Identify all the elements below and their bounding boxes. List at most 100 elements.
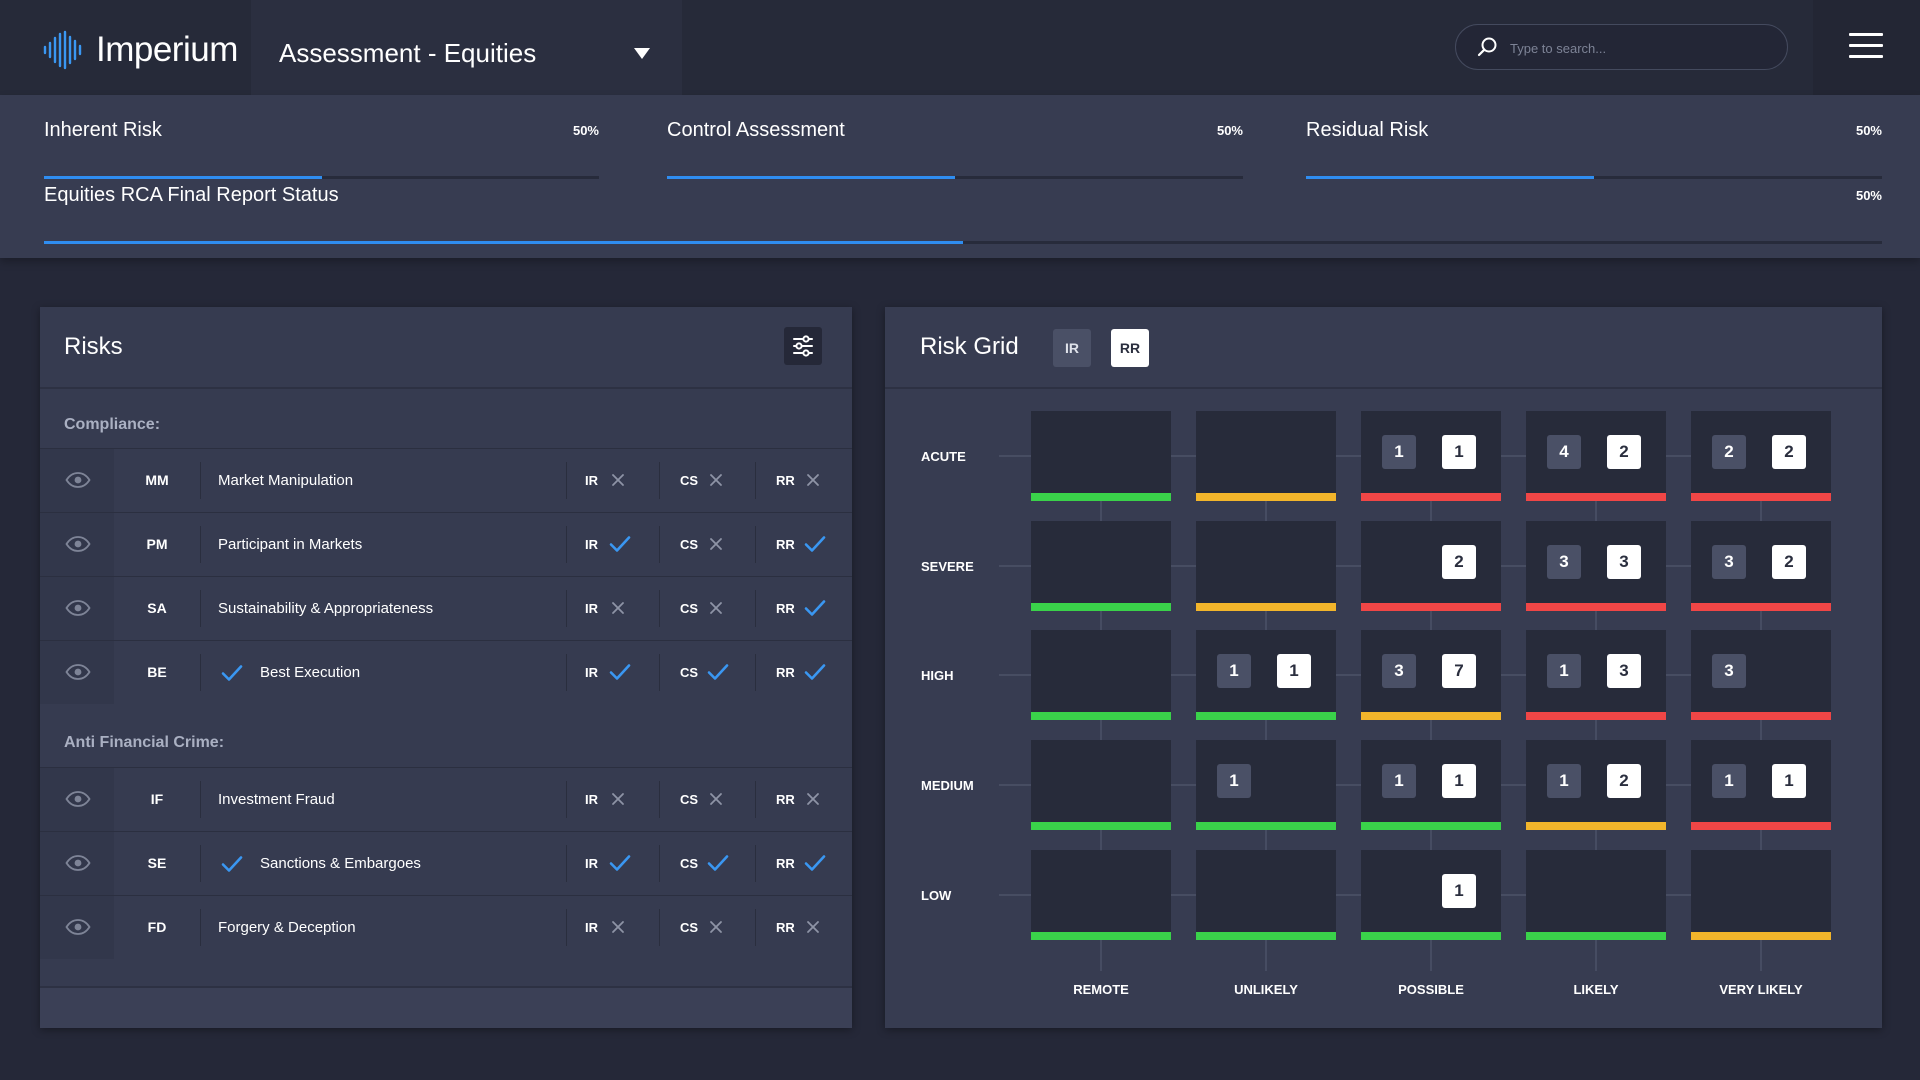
risk-row-forgery-and-deception[interactable]: FD Forgery & Deception IR CS RR (40, 895, 852, 959)
app-logo[interactable]: Imperium (42, 30, 238, 70)
grid-cell-acute-possible[interactable]: 11 (1361, 411, 1501, 501)
risk-row-sanctions-and-embargoes[interactable]: SE Sanctions & Embargoes IR CS RR (40, 831, 852, 895)
eye-icon[interactable] (65, 791, 91, 812)
eye-icon[interactable] (65, 472, 91, 493)
rr-check-icon[interactable] (804, 599, 826, 622)
rr-cross-icon[interactable] (804, 790, 822, 813)
rr-count-badge: 2 (1607, 764, 1641, 798)
rr-tag: RR (776, 920, 795, 935)
ir-check-icon[interactable] (609, 535, 631, 558)
grid-cell-medium-likely[interactable]: 12 (1526, 740, 1666, 830)
ir-tag: IR (585, 537, 598, 552)
grid-cell-low-likely[interactable] (1526, 850, 1666, 940)
grid-cell-acute-unlikely[interactable] (1196, 411, 1336, 501)
ir-cross-icon[interactable] (609, 790, 627, 813)
grid-cell-high-very-likely[interactable]: 3 (1691, 630, 1831, 720)
ir-cross-icon[interactable] (609, 918, 627, 941)
grid-cell-severe-unlikely[interactable] (1196, 521, 1336, 611)
visibility-cell (40, 641, 114, 704)
column-divider (755, 781, 756, 818)
likelihood-label-likely: LIKELY (1573, 982, 1619, 997)
eye-icon[interactable] (65, 664, 91, 685)
assessment-dropdown[interactable]: Assessment - Equities (251, 0, 682, 95)
risk-level-bar-amber (1526, 822, 1666, 830)
rr-count-badge: 2 (1772, 435, 1806, 469)
risk-selected-check-icon[interactable] (221, 855, 243, 878)
rr-count-badge: 3 (1607, 545, 1641, 579)
grid-cell-medium-very-likely[interactable]: 11 (1691, 740, 1831, 830)
cs-cross-icon[interactable] (707, 918, 725, 941)
grid-cell-medium-remote[interactable] (1031, 740, 1171, 830)
rr-check-icon[interactable] (804, 854, 826, 877)
risk-row-market-manipulation[interactable]: MM Market Manipulation IR CS RR (40, 448, 852, 512)
grid-cell-acute-remote[interactable] (1031, 411, 1171, 501)
grid-cell-medium-unlikely[interactable]: 1 (1196, 740, 1336, 830)
risk-code: IF (150, 791, 164, 807)
column-divider (566, 781, 567, 818)
cs-cross-icon[interactable] (707, 790, 725, 813)
risk-level-bar-green (1196, 932, 1336, 940)
risk-level-bar-green (1526, 932, 1666, 940)
grid-cell-low-very-likely[interactable] (1691, 850, 1831, 940)
cs-tag: CS (680, 601, 699, 616)
risk-code: SE (147, 855, 167, 871)
risk-row-participant-in-markets[interactable]: PM Participant in Markets IR CS RR (40, 512, 852, 576)
grid-cell-low-unlikely[interactable] (1196, 850, 1336, 940)
rr-count-badge: 1 (1442, 435, 1476, 469)
risk-row-investment-fraud[interactable]: IF Investment Fraud IR CS RR (40, 767, 852, 831)
rr-count-badge: 2 (1607, 435, 1641, 469)
cs-tag: CS (680, 792, 699, 807)
rr-cross-icon[interactable] (804, 918, 822, 941)
grid-cell-high-remote[interactable] (1031, 630, 1171, 720)
grid-cell-severe-remote[interactable] (1031, 521, 1171, 611)
ir-check-icon[interactable] (609, 854, 631, 877)
rr-cross-icon[interactable] (804, 471, 822, 494)
grid-cell-severe-possible[interactable]: 2 (1361, 521, 1501, 611)
risk-row-best-execution[interactable]: BE Best Execution IR CS RR (40, 640, 852, 704)
cs-check-icon[interactable] (707, 854, 729, 877)
visibility-cell (40, 832, 114, 895)
risk-name: Best Execution (260, 664, 361, 681)
ir-cross-icon[interactable] (609, 599, 627, 622)
ir-cross-icon[interactable] (609, 471, 627, 494)
grid-cell-high-possible[interactable]: 37 (1361, 630, 1501, 720)
grid-cell-high-unlikely[interactable]: 11 (1196, 630, 1336, 720)
risk-code: FD (147, 919, 167, 935)
app-name: Imperium (96, 30, 238, 69)
section-label-anti-financial-crime: Anti Financial Crime: (64, 734, 225, 751)
eye-icon[interactable] (65, 600, 91, 621)
column-divider (566, 845, 567, 882)
eye-icon[interactable] (65, 919, 91, 940)
search-box[interactable] (1455, 24, 1788, 70)
progress-track (667, 176, 1243, 179)
cs-check-icon[interactable] (707, 663, 729, 686)
column-divider (659, 654, 660, 691)
grid-cell-high-likely[interactable]: 13 (1526, 630, 1666, 720)
ir-check-icon[interactable] (609, 663, 631, 686)
search-input[interactable] (1508, 35, 1772, 61)
column-divider (755, 909, 756, 946)
grid-cell-low-remote[interactable] (1031, 850, 1171, 940)
grid-cell-acute-very-likely[interactable]: 22 (1691, 411, 1831, 501)
filter-sliders-icon[interactable] (784, 327, 822, 365)
eye-icon[interactable] (65, 855, 91, 876)
column-divider (659, 590, 660, 627)
rr-check-icon[interactable] (804, 663, 826, 686)
risk-selected-check-icon[interactable] (221, 664, 243, 687)
grid-cell-severe-very-likely[interactable]: 32 (1691, 521, 1831, 611)
cs-cross-icon[interactable] (707, 471, 725, 494)
eye-icon[interactable] (65, 536, 91, 557)
grid-cell-medium-possible[interactable]: 11 (1361, 740, 1501, 830)
cs-cross-icon[interactable] (707, 599, 725, 622)
cs-cross-icon[interactable] (707, 535, 725, 558)
grid-cell-acute-likely[interactable]: 42 (1526, 411, 1666, 501)
rr-check-icon[interactable] (804, 535, 826, 558)
risk-level-bar-amber (1691, 932, 1831, 940)
risk-row-sustainability-and-appropriateness[interactable]: SA Sustainability & Appropriateness IR CS RR (40, 576, 852, 640)
hamburger-menu-icon[interactable] (1849, 33, 1883, 59)
risk-level-bar-green (1031, 822, 1171, 830)
rr-count-badge: 2 (1772, 545, 1806, 579)
grid-cell-low-possible[interactable]: 1 (1361, 850, 1501, 940)
menu-area (1813, 0, 1920, 95)
grid-cell-severe-likely[interactable]: 33 (1526, 521, 1666, 611)
